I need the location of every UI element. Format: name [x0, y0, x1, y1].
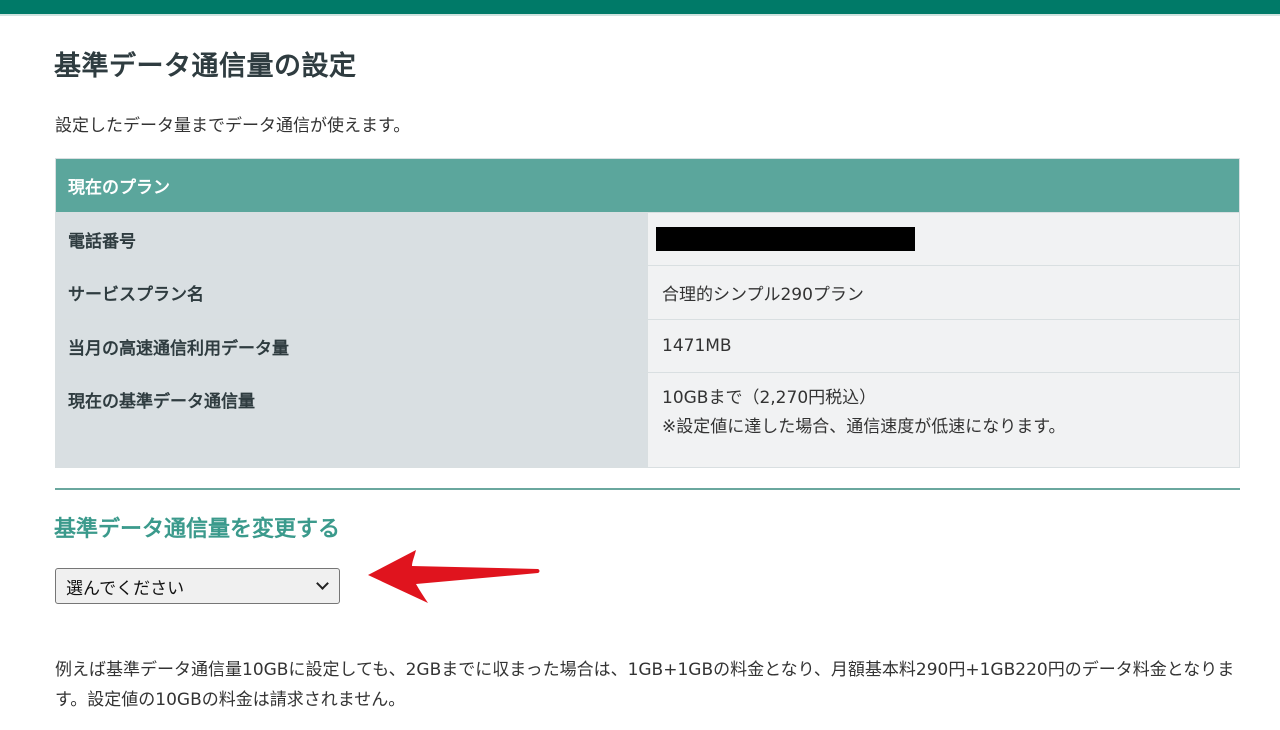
- select-current-value: 選んでください: [66, 578, 185, 599]
- table-row-service-plan: サービスプラン名 合理的シンプル290プラン: [55, 265, 1240, 320]
- row-value-base-data-amount: 10GBまで（2,270円税込） ※設定値に達した場合、通信速度が低速になります…: [647, 372, 1240, 468]
- row-value-data-usage: 1471MB: [647, 319, 1240, 373]
- top-bar-underline: [0, 14, 1280, 16]
- row-label-phone-number: 電話番号: [55, 212, 648, 266]
- table-row-phone-number: 電話番号: [55, 212, 1240, 266]
- table-row-base-data-amount: 現在の基準データ通信量 10GBまで（2,270円税込） ※設定値に達した場合、…: [55, 372, 1240, 468]
- section-divider: [55, 488, 1240, 490]
- row-label-service-plan: サービスプラン名: [55, 265, 648, 320]
- chevron-down-icon: [316, 577, 329, 590]
- redacted-phone-number: [656, 227, 915, 251]
- change-section-heading: 基準データ通信量を変更する: [54, 517, 341, 542]
- footnote-text: 例えば基準データ通信量10GBに設定しても、2GBまでに収まった場合は、1GB+…: [55, 660, 1235, 710]
- top-bar: [0, 0, 1280, 14]
- page-title: 基準データ通信量の設定: [54, 51, 357, 82]
- row-label-base-data-amount: 現在の基準データ通信量: [55, 372, 648, 468]
- current-plan-header: 現在のプラン: [55, 158, 1240, 213]
- table-row-data-usage: 当月の高速通信利用データ量 1471MB: [55, 319, 1240, 373]
- data-amount-select[interactable]: 選んでください: [55, 568, 340, 604]
- row-value-phone-number: [647, 212, 1240, 266]
- base-data-amount-note: ※設定値に達した場合、通信速度が低速になります。: [662, 417, 1066, 437]
- red-arrow-icon: [368, 550, 540, 603]
- row-label-data-usage: 当月の高速通信利用データ量: [55, 319, 648, 373]
- row-value-service-plan: 合理的シンプル290プラン: [647, 265, 1240, 320]
- base-data-amount-value: 10GBまで（2,270円税込）: [662, 388, 877, 408]
- page-description: 設定したデータ量までデータ通信が使えます。: [55, 116, 411, 136]
- current-plan-table: 現在のプラン 電話番号 サービスプラン名 合理的シンプル290プラン 当月の高速…: [55, 158, 1240, 468]
